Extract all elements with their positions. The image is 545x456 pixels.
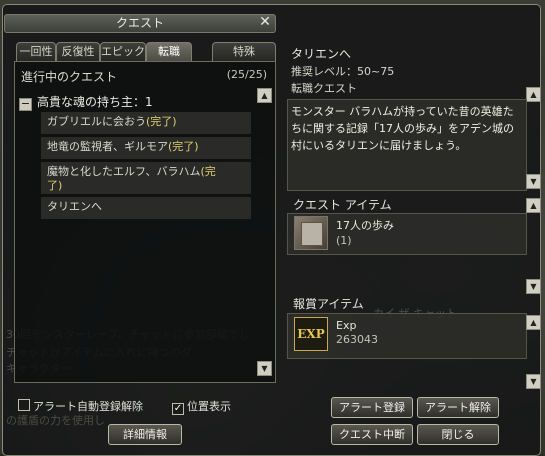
quest-list-panel: 進行中のクエスト (25/25) − 高貴な魂の持ち主：1 ガブリエルに会おう(完… bbox=[14, 61, 276, 383]
quest-description: モンスター バラハムが持っていた昔の英雄たちに関する記録「17人の歩み」をアデン… bbox=[291, 105, 514, 152]
item-scroll-up-icon[interactable]: ▲ bbox=[526, 198, 541, 213]
quest-item-name: 17人の歩み bbox=[336, 219, 394, 232]
quest-step-item[interactable]: 魔物と化したエルフ、バラハム(完了) bbox=[41, 162, 251, 194]
alert-auto-release-checkbox[interactable] bbox=[18, 399, 30, 411]
show-position-checkbox[interactable]: ✓ bbox=[172, 403, 184, 415]
detail-scroll-up-icon[interactable]: ▲ bbox=[526, 87, 541, 102]
collapse-icon[interactable]: − bbox=[19, 98, 32, 111]
quest-step-status: (完了) bbox=[146, 115, 177, 128]
quest-list-header: 進行中のクエスト bbox=[21, 70, 118, 84]
quest-group-title: 高貴な魂の持ち主：1 bbox=[37, 95, 153, 109]
show-position-label: 位置表示 bbox=[187, 400, 231, 413]
tab-class-change[interactable]: 転職 bbox=[146, 42, 192, 61]
close-icon[interactable]: ✕ bbox=[258, 14, 272, 30]
quest-detail-title: タリエンへ bbox=[291, 47, 352, 61]
window-title: クエスト bbox=[115, 16, 164, 30]
quest-step-item[interactable]: ガブリエルに会おう(完了) bbox=[41, 112, 251, 134]
quest-step-item[interactable]: 地竜の監視者、ギルモア(完了) bbox=[41, 137, 251, 159]
tab-special[interactable]: 特殊 bbox=[212, 42, 276, 61]
book-cover bbox=[301, 222, 323, 246]
quest-step-label: タリエンへ bbox=[47, 200, 102, 213]
quest-item-section-title: クエスト アイテム bbox=[293, 198, 392, 212]
item-scroll-down-icon[interactable]: ▼ bbox=[526, 279, 541, 294]
recommended-level: 推奨レベル：50~75 bbox=[291, 65, 395, 78]
tab-repeatable[interactable]: 反復性 bbox=[56, 42, 100, 61]
quest-item-qty: (1) bbox=[336, 234, 352, 247]
quest-group[interactable]: − 高貴な魂の持ち主：1 bbox=[19, 94, 251, 111]
quest-type: 転職クエスト bbox=[291, 82, 357, 95]
alert-auto-release-label: アラート自動登録解除 bbox=[33, 400, 143, 413]
quest-count: (25/25) bbox=[226, 68, 267, 81]
details-button[interactable]: 詳細情報 bbox=[108, 424, 182, 445]
quest-abort-button[interactable]: クエスト中断 bbox=[331, 424, 413, 445]
quest-step-label: ガブリエルに会おう bbox=[47, 115, 146, 128]
reward-amount: 263043 bbox=[336, 333, 378, 346]
alert-register-button[interactable]: アラート登録 bbox=[331, 397, 413, 418]
quest-step-status: (完了) bbox=[168, 140, 199, 153]
tab-one-time[interactable]: 一回性 bbox=[16, 42, 56, 61]
exp-icon[interactable]: EXP bbox=[294, 317, 328, 351]
show-position-option[interactable]: ✓ 位置表示 bbox=[172, 398, 231, 415]
scroll-up-icon[interactable]: ▲ bbox=[257, 88, 272, 103]
detail-scroll-down-icon[interactable]: ▼ bbox=[526, 174, 541, 189]
quest-step-label: 地竜の監視者、ギルモア bbox=[47, 140, 168, 153]
scroll-down-icon[interactable]: ▼ bbox=[257, 361, 272, 376]
close-button[interactable]: 閉じる bbox=[417, 424, 499, 445]
reward-scroll-down-icon[interactable]: ▼ bbox=[526, 374, 541, 389]
reward-scroll-up-icon[interactable]: ▲ bbox=[526, 315, 541, 330]
book-icon[interactable] bbox=[294, 216, 328, 250]
reward-section-title: 報賞アイテム bbox=[293, 297, 364, 311]
alert-auto-release-option[interactable]: アラート自動登録解除 bbox=[18, 398, 143, 414]
quest-step-item[interactable]: タリエンへ bbox=[41, 197, 251, 219]
tab-epic[interactable]: エピック bbox=[100, 42, 146, 61]
quest-step-label: 魔物と化したエルフ、バラハム bbox=[47, 165, 201, 178]
alert-cancel-button[interactable]: アラート解除 bbox=[417, 397, 499, 418]
